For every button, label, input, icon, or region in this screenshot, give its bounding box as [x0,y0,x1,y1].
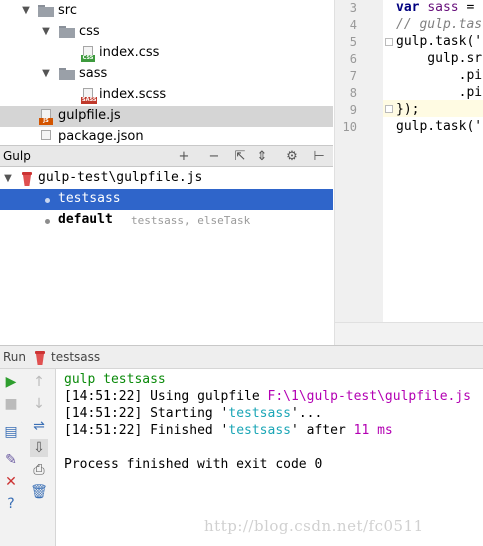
task-dot-icon [45,219,50,224]
css-file-icon: CSS [81,46,95,62]
scroll-to-end-icon[interactable]: ⇩ [30,439,48,457]
run-panel-title: Run [3,350,27,364]
line-number: 7 [349,69,357,83]
editor-bottom-strip [335,322,483,345]
chevron-down-icon[interactable]: ▼ [40,68,52,80]
line-number: 4 [349,18,357,32]
tree-item-label: index.scss [99,87,167,102]
gulp-cup-icon [22,172,32,186]
line-number: 10 [342,120,357,134]
folder-icon [38,5,54,17]
soft-wrap-icon[interactable]: ⇌ [30,417,48,435]
gulp-panel-header: Gulp + − ⇱ ⇕ ⚙ ⊢ [0,145,333,167]
sass-file-icon: SASS [81,88,98,104]
close-icon[interactable]: ✕ [2,473,20,491]
tree-item-label: src [58,3,77,18]
watermark: http://blog.csdn.net/fc0511 [204,517,424,535]
line-number: 6 [349,52,357,66]
stop-icon[interactable]: ■ [2,395,20,413]
gulpfile-root[interactable]: ▼ gulp-test\gulpfile.js [0,168,333,189]
json-file-icon [39,130,53,145]
gulp-cup-icon [35,351,45,365]
js-file-icon: JS [39,109,53,125]
console-command: gulp testsass [64,372,166,387]
gulp-task-label: testsass [58,191,121,206]
line-number: 9 [349,103,357,117]
console-line: [14:51:22] Finished 'testsass' after 11 … [64,423,393,438]
folder-icon [59,26,75,38]
gulp-task-deps: testsass, elseTask [131,214,251,227]
console-line: [14:51:22] Using gulpfile F:\1\gulp-test… [64,389,472,404]
add-gulpfile-button[interactable]: + [176,149,192,165]
console-line: [14:51:22] Starting 'testsass'... [64,406,323,421]
run-panel-header: Run testsass [0,345,483,369]
tree-item-label: package.json [58,129,144,144]
chevron-down-icon[interactable]: ▼ [2,173,14,185]
gulp-task-label: default [58,212,113,227]
fold-marker-icon[interactable] [385,38,393,46]
help-icon[interactable]: ? [2,495,20,513]
run-toolbar: ▶ ■ ▤ ✎ ✕ ? ↑ ↓ ⇌ ⇩ ⎙ 🗑 [0,369,56,546]
folder-icon [59,68,75,80]
line-number: 3 [349,1,357,15]
code-line: gulp.sr [396,51,483,66]
line-number: 8 [349,86,357,100]
tree-item-label: css [79,24,100,39]
tree-item-sass[interactable]: ▼ sass [0,64,333,85]
remove-gulpfile-button[interactable]: − [206,149,222,165]
restore-layout-icon[interactable]: ▤ [2,423,20,441]
arrow-up-icon[interactable]: ↑ [30,373,48,391]
tree-item-label: index.css [99,45,160,60]
gulp-task-testsass[interactable]: testsass [0,189,333,210]
expand-all-button[interactable]: ⇕ [254,149,270,165]
arrow-down-icon[interactable]: ↓ [30,395,48,413]
settings-gear-icon[interactable]: ⚙ [284,149,300,165]
code-line: gulp.task(' [396,119,483,134]
gulp-task-tree: ▼ gulp-test\gulpfile.js testsass default… [0,167,333,345]
collapse-all-button[interactable]: ⇱ [232,149,248,165]
trash-icon[interactable]: 🗑 [30,483,48,501]
chevron-down-icon[interactable]: ▼ [40,26,52,38]
code-line: var sass = [396,0,475,15]
project-tree: ▼ src ▼ css CSS index.css ▼ sass SASS in… [0,0,333,145]
console-exit-line: Process finished with exit code 0 [64,457,323,472]
tree-item-package-json[interactable]: package.json [0,127,333,145]
code-line: // gulp.tas [396,17,483,32]
run-tab-label[interactable]: testsass [51,350,100,364]
task-dot-icon [45,198,50,203]
tree-item-css[interactable]: ▼ css [0,22,333,43]
print-icon[interactable]: ⎙ [30,461,48,479]
line-number: 5 [349,35,357,49]
code-line: gulp.task(' [396,34,483,49]
code-line: .pi [396,85,483,100]
code-line: .pi [396,68,483,83]
chevron-down-icon[interactable]: ▼ [20,5,32,17]
code-editor[interactable]: 3 4 5 6 7 8 9 10 var sass = // gulp.tas … [334,0,483,345]
tree-item-label: sass [79,66,108,81]
pin-panel-icon[interactable]: ⊢ [311,149,327,165]
code-line: }); [396,102,420,117]
gulpfile-root-label: gulp-test\gulpfile.js [38,170,203,185]
fold-marker-icon[interactable] [385,105,393,113]
gulp-panel-title: Gulp [3,149,31,163]
tree-item-gulpfile[interactable]: JS gulpfile.js [0,106,333,127]
tree-item-index-scss[interactable]: SASS index.scss [0,85,333,106]
tree-item-src[interactable]: ▼ src [0,1,333,22]
rerun-icon[interactable]: ▶ [2,373,20,391]
gulp-task-default[interactable]: default testsass, elseTask [0,210,333,231]
tree-item-label: gulpfile.js [58,108,121,123]
pin-tab-icon[interactable]: ✎ [2,451,20,469]
tree-item-index-css[interactable]: CSS index.css [0,43,333,64]
